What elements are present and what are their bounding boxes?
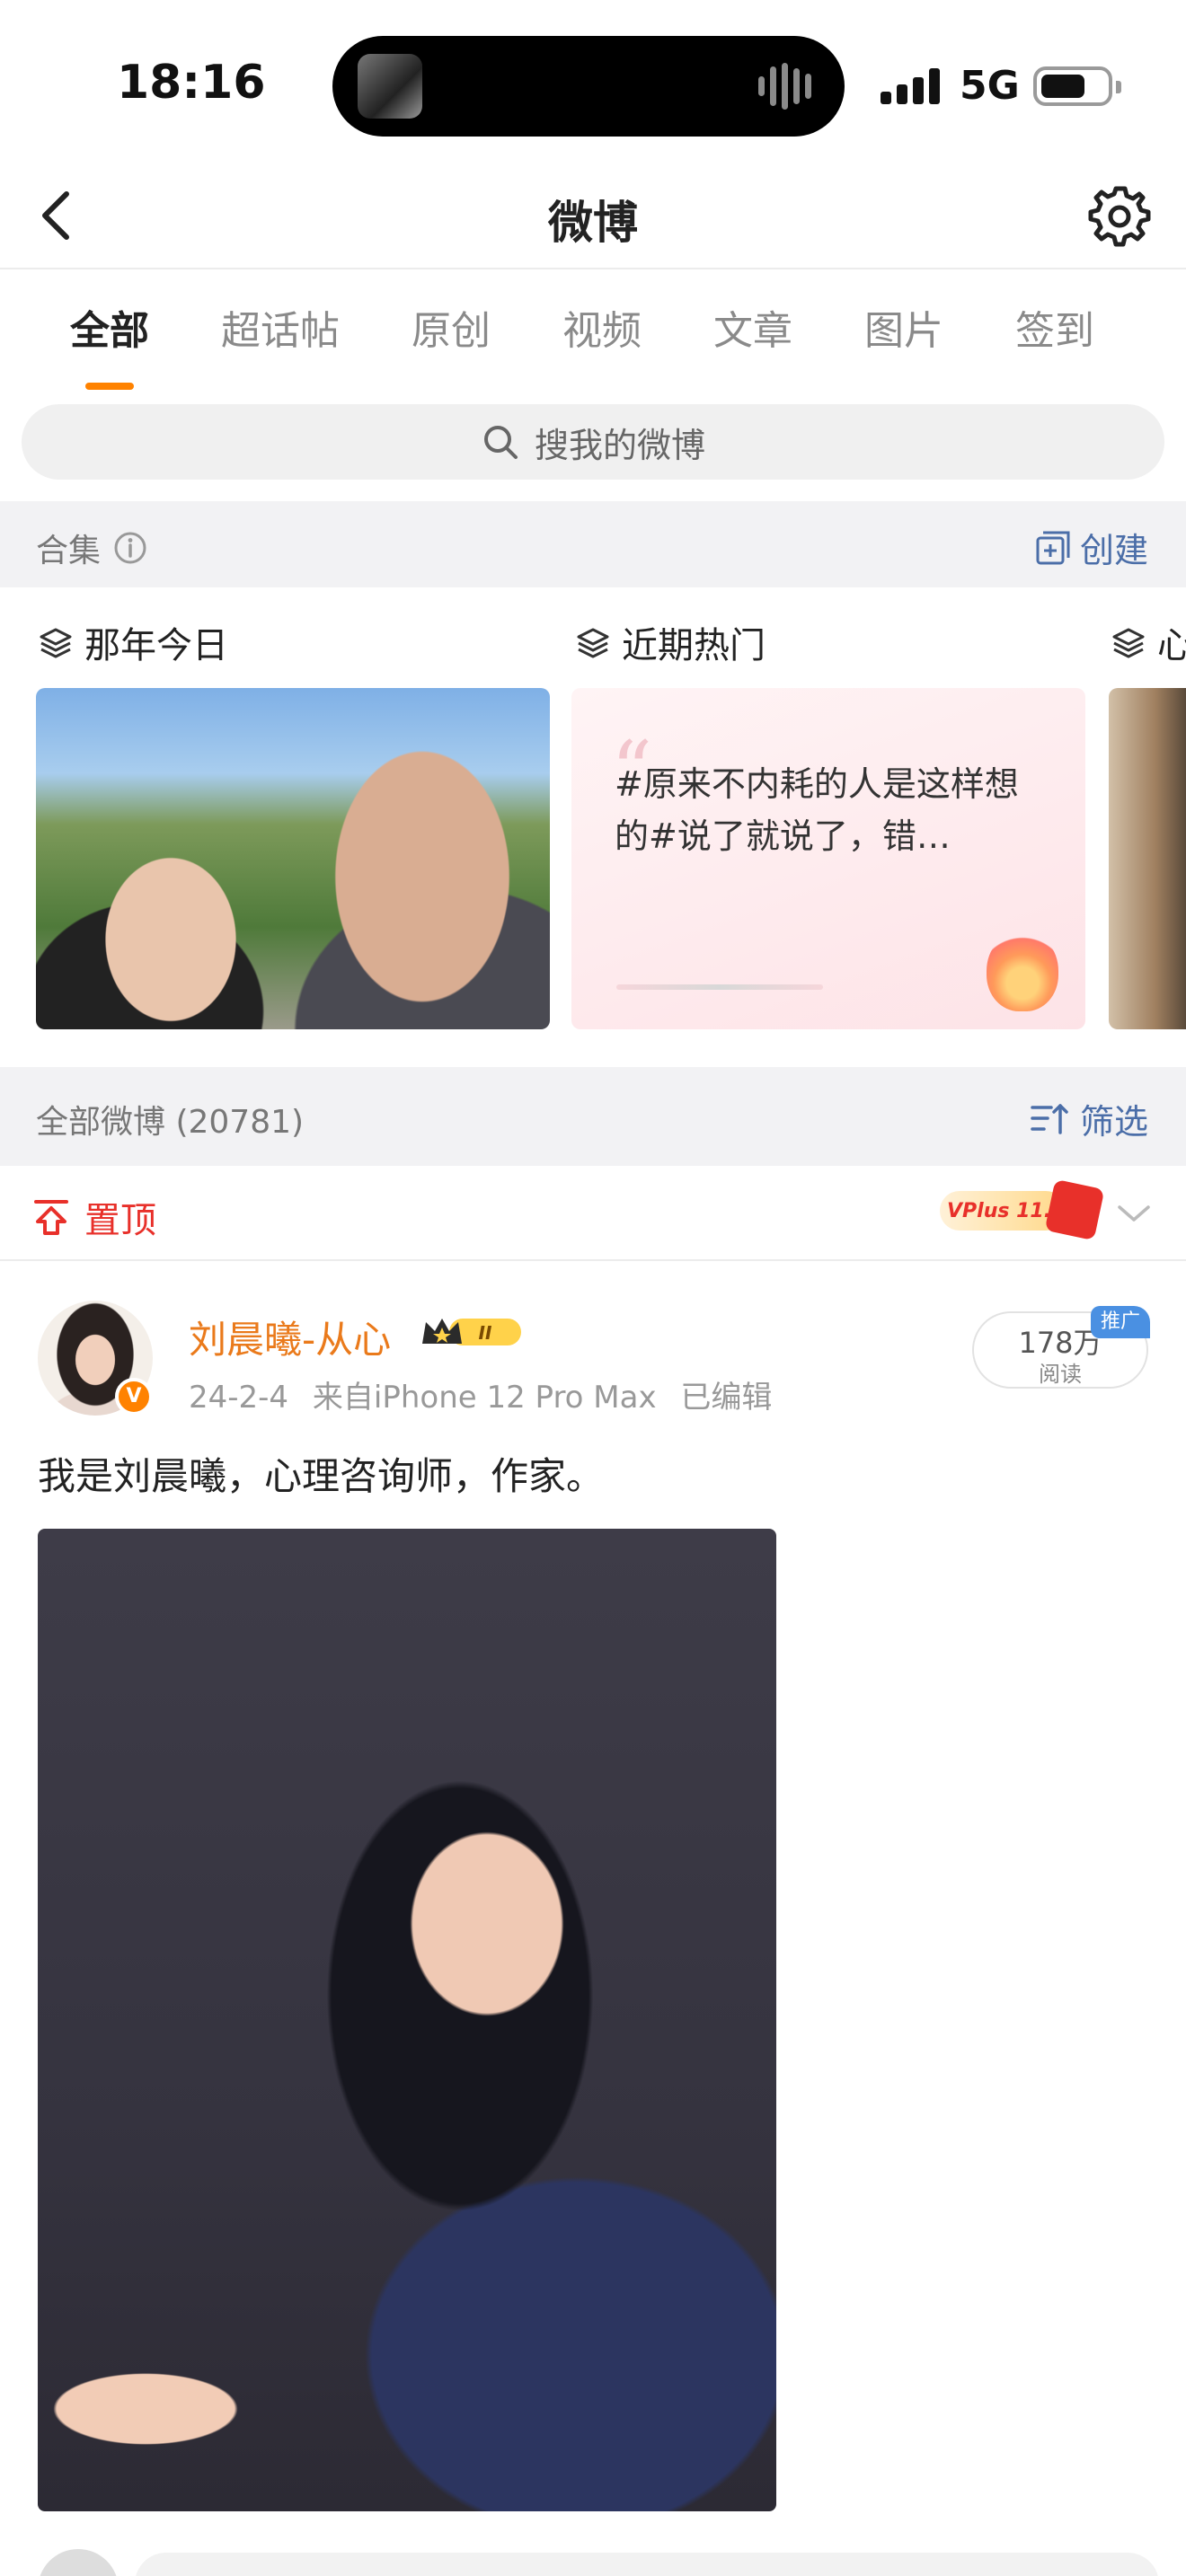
nav-bar: 微博 — [0, 162, 1186, 269]
tab-label: 全部 — [70, 308, 149, 354]
collection-quote-text: #原来不内耗的人是这样想的#说了就说了，错… — [615, 764, 1019, 856]
collections-header: 合集 创建 — [0, 501, 1186, 587]
member-level: II — [479, 1322, 492, 1344]
decorative-bar — [616, 984, 823, 990]
collections-title: 合集 — [36, 533, 102, 569]
tab-picture[interactable]: 图片 — [864, 298, 943, 356]
dynamic-island[interactable] — [332, 36, 845, 137]
status-time: 18:16 — [117, 56, 266, 110]
tab-active-indicator — [85, 383, 134, 390]
add-box-icon — [1036, 531, 1070, 564]
pinned-badge: 置顶 — [32, 1191, 156, 1243]
cellular-signal-icon — [881, 68, 945, 104]
collection-title-third[interactable]: 心 — [1111, 616, 1186, 668]
pinned-row: 置顶 VPlus 11.11 — [0, 1166, 1186, 1261]
feed-header: 全部微博 (20781) 筛选 — [0, 1067, 1186, 1166]
tab-label: 图片 — [864, 308, 943, 354]
network-type: 5G — [960, 63, 1020, 109]
read-count-badge[interactable]: 178万 阅读 推广 — [972, 1306, 1150, 1389]
pinned-label: 置顶 — [84, 1200, 156, 1241]
red-envelope-icon — [1044, 1178, 1105, 1241]
next-post-avatar[interactable] — [38, 2549, 119, 2576]
collection-card-recent-hot[interactable]: “ #原来不内耗的人是这样想的#说了就说了，错… — [571, 688, 1085, 1029]
tab-label: 原创 — [412, 308, 491, 354]
filter-label: 筛选 — [1079, 1102, 1148, 1142]
tab-label: 签到 — [1015, 308, 1094, 354]
page-title: 微博 — [548, 197, 638, 249]
tab-video[interactable]: 视频 — [562, 298, 642, 356]
tab-all[interactable]: 全部 — [70, 298, 149, 390]
promote-badge: 推广 — [1091, 1306, 1150, 1338]
layers-icon — [1112, 628, 1145, 658]
post-image[interactable] — [38, 1529, 776, 2511]
post-edited: 已编辑 — [680, 1380, 773, 1416]
filter-tabs: 全部 超话帖 原创 视频 文章 图片 签到 — [0, 271, 1186, 390]
collection-title-on-this-day[interactable]: 那年今日 — [38, 616, 228, 668]
collection-card-on-this-day[interactable] — [36, 688, 550, 1029]
create-collection-button[interactable]: 创建 — [1035, 523, 1148, 572]
tab-original[interactable]: 原创 — [412, 298, 491, 356]
post-text: 我是刘晨曦，心理咨询师，作家。 — [38, 1454, 605, 1498]
search-placeholder: 搜我的微博 — [534, 425, 705, 465]
post-date: 24-2-4 — [189, 1380, 289, 1416]
collection-card-third[interactable] — [1109, 688, 1186, 1029]
settings-gear-icon[interactable] — [1085, 181, 1154, 250]
author-name[interactable]: 刘晨曦-从心 — [189, 1310, 391, 1364]
vplus-promo-badge[interactable]: VPlus 11.11 — [934, 1171, 1114, 1243]
read-unit: 阅读 — [1039, 1362, 1082, 1387]
collection-label: 心 — [1157, 625, 1186, 666]
create-label: 创建 — [1079, 531, 1148, 570]
layers-icon — [577, 628, 609, 658]
tab-label: 超话帖 — [221, 308, 340, 354]
collection-title-recent-hot[interactable]: 近期热门 — [575, 616, 766, 668]
tab-article[interactable]: 文章 — [713, 298, 792, 356]
tab-label: 视频 — [562, 308, 642, 354]
search-input[interactable]: 搜我的微博 — [22, 404, 1164, 480]
tab-checkin[interactable]: 签到 — [1015, 298, 1094, 356]
sort-filter-icon — [1031, 1103, 1068, 1134]
collection-label: 近期热门 — [622, 625, 766, 666]
flame-icon — [987, 931, 1058, 1011]
filter-button[interactable]: 筛选 — [1030, 1094, 1148, 1143]
pin-to-top-icon — [34, 1200, 68, 1235]
post-source: 来自iPhone 12 Pro Max — [312, 1380, 657, 1416]
tab-label: 文章 — [713, 308, 792, 354]
now-playing-thumbnail — [358, 54, 422, 119]
tab-super-topic[interactable]: 超话帖 — [221, 298, 340, 356]
search-icon — [483, 426, 518, 459]
audio-wave-icon — [758, 63, 818, 110]
collection-label: 那年今日 — [84, 625, 228, 666]
status-bar: 18:16 5G — [0, 0, 1186, 162]
member-crown-icon: II — [422, 1319, 521, 1345]
chevron-down-icon[interactable] — [1114, 1193, 1154, 1232]
next-post-preview — [135, 2553, 1159, 2576]
layers-icon — [40, 628, 72, 658]
feed-count: 全部微博 (20781) — [36, 1104, 305, 1141]
verified-badge-icon: V — [115, 1378, 153, 1416]
battery-icon — [1033, 66, 1121, 106]
info-icon[interactable] — [113, 531, 147, 565]
post-meta: 24-2-4 来自iPhone 12 Pro Max 已编辑 — [189, 1372, 786, 1416]
